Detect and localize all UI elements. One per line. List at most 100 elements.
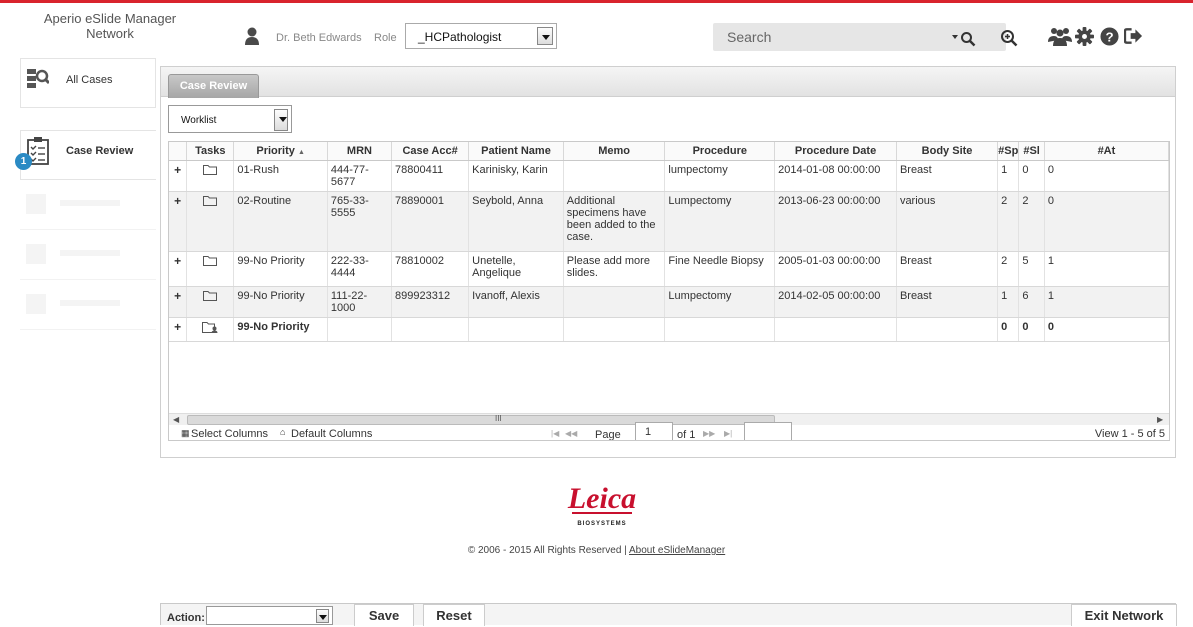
exit-network-button[interactable]: Exit Network — [1071, 604, 1177, 626]
cell-procedure-date: 2013-06-23 00:00:00 — [774, 191, 897, 252]
cell-priority: 99-No Priority — [233, 251, 328, 287]
select-columns-link[interactable]: Select Columns — [191, 428, 268, 440]
reset-button[interactable]: Reset — [423, 604, 485, 626]
scroll-left-arrow-icon[interactable]: ◀ — [173, 415, 179, 424]
save-button[interactable]: Save — [354, 604, 414, 626]
case-table: Tasks Priority ▲ MRN Case Acc# Patient N… — [169, 142, 1169, 342]
zoom-icon[interactable] — [1000, 29, 1018, 47]
sort-asc-icon: ▲ — [297, 148, 305, 156]
first-page-icon[interactable]: |◀ — [551, 429, 559, 438]
page-count: of 1 — [677, 429, 696, 441]
cell-sp: 2 — [997, 251, 1020, 287]
next-page-icon[interactable]: ▶▶ — [703, 429, 715, 438]
leica-wordmark: Leica — [567, 482, 636, 515]
table-header-row: Tasks Priority ▲ MRN Case Acc# Patient N… — [169, 142, 1169, 161]
cell-procedure-date: 2005-01-03 00:00:00 — [774, 251, 897, 287]
cell-at: 1 — [1044, 251, 1169, 287]
nav-item-all-cases-label: All Cases — [66, 74, 113, 86]
role-select[interactable]: _HCPathologist — [405, 23, 557, 49]
nav-item-all-cases[interactable]: All Cases — [20, 58, 156, 108]
last-page-icon[interactable]: ▶| — [724, 429, 732, 438]
folder-icon[interactable] — [186, 191, 235, 252]
leica-logo-mark: Leica BIOSYSTEMS — [567, 482, 636, 527]
cell-sp: 2 — [997, 191, 1020, 252]
expand-row-button[interactable]: + — [169, 317, 188, 342]
scroll-thumb[interactable]: III — [187, 414, 775, 425]
col-sp[interactable]: #Sp — [997, 142, 1020, 161]
cell-at: 0 — [1044, 317, 1169, 342]
worklist-select[interactable]: Worklist — [168, 105, 292, 133]
cell-patient-name: Ivanoff, Alexis — [468, 286, 564, 318]
left-nav: All Cases 1 Case Review — [15, 58, 156, 338]
cell-priority: 99-No Priority — [233, 317, 328, 342]
users-icon[interactable] — [1048, 26, 1072, 46]
user-name[interactable]: Dr. Beth Edwards — [276, 32, 362, 44]
header: Aperio eSlide Manager Network Dr. Beth E… — [0, 3, 1193, 58]
cell-body-site: Breast — [896, 251, 999, 287]
cell-at: 1 — [1044, 286, 1169, 318]
nav-placeholder — [20, 280, 156, 330]
table-row[interactable]: + 01-Rush 444-77-5677 78800411 Karinisky… — [169, 160, 1169, 192]
col-tasks[interactable]: Tasks — [186, 142, 235, 161]
search-options-caret[interactable] — [952, 35, 958, 39]
cell-case-acc: 78890001 — [391, 191, 470, 252]
col-case-acc[interactable]: Case Acc# — [391, 142, 470, 161]
col-procedure-date[interactable]: Procedure Date — [774, 142, 897, 161]
tab-case-review[interactable]: Case Review — [168, 74, 259, 98]
table-row[interactable]: + 99-No Priority 222-33-4444 78810002 Un… — [169, 251, 1169, 287]
action-bar: Action: Save Reset Exit Network — [160, 603, 1177, 626]
col-memo[interactable]: Memo — [563, 142, 666, 161]
about-link[interactable]: About eSlideManager — [629, 545, 725, 556]
table-row[interactable]: + 02-Routine 765-33-5555 78890001 Seybol… — [169, 191, 1169, 252]
cell-procedure-date: 2014-02-05 00:00:00 — [774, 286, 897, 318]
select-columns-icon[interactable]: ▦ — [181, 428, 190, 439]
cell-sl: 0 — [1018, 317, 1045, 342]
page-number-input[interactable]: 1 — [635, 422, 673, 440]
logout-icon[interactable] — [1124, 27, 1143, 45]
folder-icon[interactable] — [186, 160, 235, 192]
col-priority[interactable]: Priority ▲ — [233, 142, 328, 161]
home-icon[interactable]: ⌂ — [280, 427, 285, 437]
chevron-down-icon[interactable] — [274, 109, 288, 131]
expand-row-button[interactable]: + — [169, 286, 188, 318]
cell-procedure: Lumpectomy — [664, 286, 776, 318]
search-icon[interactable] — [960, 31, 976, 47]
cell-patient-name: Karinisky, Karin — [468, 160, 564, 192]
cell-procedure-date: 2014-01-08 00:00:00 — [774, 160, 897, 192]
col-patient-name[interactable]: Patient Name — [468, 142, 564, 161]
scroll-right-arrow-icon[interactable]: ▶ — [1157, 415, 1163, 424]
prev-page-icon[interactable]: ◀◀ — [565, 429, 577, 438]
user-folder-icon[interactable] — [186, 317, 235, 342]
folder-icon[interactable] — [186, 286, 235, 318]
folder-icon[interactable] — [186, 251, 235, 287]
cell-mrn: 765-33-5555 — [327, 191, 393, 252]
default-columns-link[interactable]: Default Columns — [291, 428, 372, 440]
nav-item-case-review[interactable]: 1 Case Review — [15, 130, 156, 180]
chevron-down-icon[interactable] — [316, 609, 329, 623]
col-sl[interactable]: #Sl — [1018, 142, 1045, 161]
action-label: Action: — [167, 612, 205, 624]
help-icon[interactable]: ? — [1100, 27, 1119, 46]
svg-text:?: ? — [1105, 29, 1113, 44]
nav-placeholder — [20, 230, 156, 280]
expand-row-button[interactable]: + — [169, 191, 188, 252]
notification-badge: 1 — [15, 153, 32, 170]
user-icon — [245, 27, 259, 45]
cell-priority: 01-Rush — [233, 160, 328, 192]
col-body-site[interactable]: Body Site — [896, 142, 999, 161]
col-procedure[interactable]: Procedure — [664, 142, 776, 161]
gear-icon[interactable] — [1075, 27, 1094, 46]
cell-mrn: 222-33-4444 — [327, 251, 393, 287]
chevron-down-icon[interactable] — [537, 27, 553, 45]
expand-row-button[interactable]: + — [169, 160, 188, 192]
cell-body-site: various — [896, 191, 999, 252]
table-row[interactable]: + 99-No Priority 0 0 0 — [169, 317, 1169, 342]
table-row[interactable]: + 99-No Priority 111-22-1000 899923312 I… — [169, 286, 1169, 318]
col-at[interactable]: #At — [1044, 142, 1169, 161]
action-select[interactable] — [206, 606, 333, 625]
pager: ▦ Select Columns ⌂ Default Columns |◀ ◀◀… — [169, 422, 1169, 441]
search-placeholder: Search — [727, 29, 772, 45]
expand-row-button[interactable]: + — [169, 251, 188, 287]
rows-per-page-select[interactable] — [744, 422, 792, 440]
col-mrn[interactable]: MRN — [327, 142, 393, 161]
